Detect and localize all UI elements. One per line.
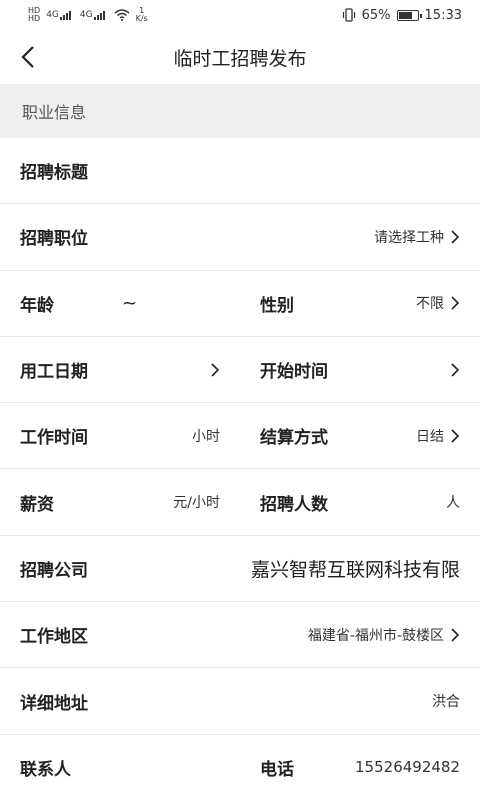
position-value: 请选择工种 — [374, 227, 460, 247]
age-label: 年龄 — [20, 295, 54, 316]
battery-percent: 65% — [361, 7, 391, 23]
region-row[interactable]: 工作地区 福建省-福州市-鼓楼区 — [0, 602, 480, 669]
company-value: 嘉兴智帮互联网科技有限 — [250, 558, 460, 581]
position-placeholder: 请选择工种 — [374, 229, 444, 246]
salary-headcount-row: 薪资 元/小时 招聘人数 人 — [0, 469, 480, 536]
signal-icon-1: 4G — [46, 10, 74, 20]
address-row[interactable]: 详细地址 洪合 — [0, 668, 480, 735]
position-label: 招聘职位 — [20, 229, 88, 250]
clock: 15:33 — [424, 7, 462, 23]
phone-label: 电话 — [260, 759, 294, 780]
company-row[interactable]: 招聘公司 嘉兴智帮互联网科技有限 — [0, 536, 480, 603]
headcount-unit: 人 — [446, 495, 460, 512]
recruit-title-label: 招聘标题 — [20, 163, 88, 184]
age-gender-row: 年龄 ~ 性别 不限 — [0, 271, 480, 337]
chevron-right-icon — [451, 296, 460, 310]
section-header-job-info: 职业信息 — [0, 84, 480, 138]
work-hours-label: 工作时间 — [20, 428, 88, 449]
headcount-field[interactable]: 招聘人数 人 — [240, 469, 480, 534]
hd-indicators: HD HD — [28, 7, 40, 23]
signal-icon-2: 4G — [80, 10, 108, 20]
status-left: HD HD 4G 4G 1 K/s — [28, 7, 148, 23]
address-value: 洪合 — [432, 694, 460, 711]
settlement-label: 结算方式 — [260, 428, 328, 449]
chevron-right-icon — [451, 628, 460, 642]
signal-bars-icon — [93, 11, 105, 20]
app-header: 临时工招聘发布 — [0, 30, 480, 84]
position-row[interactable]: 招聘职位 请选择工种 — [0, 204, 480, 271]
recruit-title-row[interactable]: 招聘标题 — [0, 138, 480, 205]
region-text: 福建省-福州市-鼓楼区 — [307, 627, 444, 644]
vibrate-icon — [342, 8, 355, 22]
age-range-separator: ~ — [122, 292, 138, 314]
network-type-1: 4G — [46, 10, 59, 20]
gender-value: 不限 — [416, 293, 460, 313]
signal-bars-icon — [59, 11, 71, 20]
headcount-label: 招聘人数 — [260, 494, 328, 515]
company-label: 招聘公司 — [20, 560, 88, 581]
hd-badge-2: HD — [28, 14, 41, 23]
gender-label: 性别 — [260, 295, 294, 316]
battery-icon — [396, 9, 422, 21]
start-time-label: 开始时间 — [260, 362, 328, 383]
speed-unit: K/s — [135, 14, 148, 23]
age-field[interactable]: 年龄 ~ — [0, 271, 240, 336]
start-time-field[interactable]: 开始时间 — [240, 337, 480, 402]
region-value: 福建省-福州市-鼓楼区 — [308, 625, 460, 645]
work-hours-field[interactable]: 工作时间 小时 — [0, 403, 240, 468]
date-start-row: 用工日期 开始时间 — [0, 337, 480, 404]
hours-settlement-row: 工作时间 小时 结算方式 日结 — [0, 403, 480, 470]
address-label: 详细地址 — [20, 693, 88, 714]
salary-label: 薪资 — [20, 494, 54, 515]
work-hours-unit: 小时 — [192, 428, 220, 445]
work-date-label: 用工日期 — [20, 362, 88, 383]
back-arrow-icon[interactable] — [18, 43, 42, 71]
settlement-value: 日结 — [416, 426, 460, 446]
status-right: 65% 15:33 — [342, 8, 462, 23]
phone-value: 15526492482 — [355, 758, 460, 777]
salary-unit: 元/小时 — [173, 495, 220, 512]
start-time-value — [450, 362, 460, 378]
page-title: 临时工招聘发布 — [173, 47, 307, 70]
salary-field[interactable]: 薪资 元/小时 — [0, 469, 240, 534]
chevron-right-icon — [211, 362, 220, 377]
settlement-text: 日结 — [416, 428, 444, 445]
contact-field[interactable]: 联系人 — [0, 735, 240, 800]
settlement-field[interactable]: 结算方式 日结 — [240, 403, 480, 468]
work-date-field[interactable]: 用工日期 — [0, 337, 240, 402]
gender-field[interactable]: 性别 不限 — [240, 271, 480, 336]
region-label: 工作地区 — [20, 627, 88, 648]
gender-text: 不限 — [416, 296, 444, 313]
network-speed: 1 K/s — [136, 7, 148, 23]
chevron-right-icon — [451, 362, 460, 377]
section-title: 职业信息 — [22, 103, 87, 122]
contact-phone-row: 联系人 电话 15526492482 — [0, 735, 480, 800]
status-bar: HD HD 4G 4G 1 K/s 65% 15:33 — [0, 0, 480, 30]
chevron-right-icon — [451, 429, 460, 443]
work-date-value — [210, 362, 220, 378]
contact-label: 联系人 — [20, 759, 71, 780]
phone-field[interactable]: 电话 15526492482 — [240, 735, 480, 800]
wifi-icon — [114, 9, 130, 21]
chevron-right-icon — [451, 230, 460, 244]
network-type-2: 4G — [79, 10, 93, 20]
